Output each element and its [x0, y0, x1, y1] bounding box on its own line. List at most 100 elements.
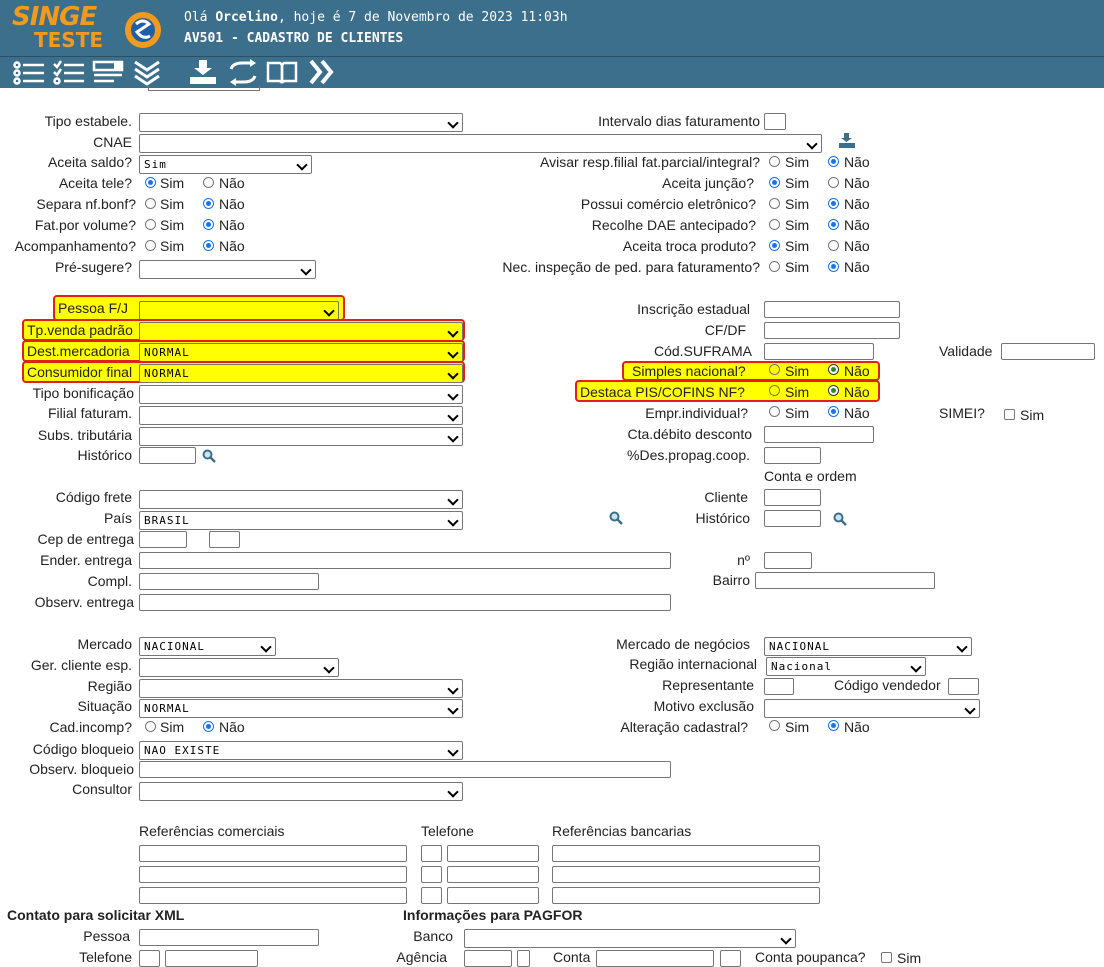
book-icon[interactable] — [266, 59, 298, 86]
input-ender-entrega[interactable] — [139, 552, 671, 569]
input-agencia[interactable] — [464, 950, 512, 967]
checklist-icon[interactable] — [52, 59, 86, 86]
input-telefone-ddd[interactable] — [139, 950, 160, 967]
radio-separa-nf-nao[interactable] — [203, 198, 214, 209]
input-ddd[interactable] — [421, 845, 442, 862]
select-mercado-negocios[interactable]: NACIONAL — [764, 637, 972, 656]
select-pais[interactable]: BRASIL — [139, 511, 463, 530]
input-cf-df[interactable] — [764, 322, 900, 339]
input-cod-suframa[interactable] — [764, 343, 874, 360]
radio-aceita-tele-sim[interactable] — [145, 177, 156, 188]
input-ddd[interactable] — [421, 866, 442, 883]
radio-separa-nf-sim[interactable] — [145, 198, 156, 209]
input-bairro[interactable] — [755, 572, 935, 589]
radio-cad-incomp-nao[interactable] — [203, 721, 214, 732]
input-ref-bancaria[interactable] — [552, 887, 820, 904]
input-inscricao-estadual[interactable] — [764, 301, 900, 318]
select-subs-tributaria[interactable] — [139, 427, 463, 446]
radio-dae-sim[interactable] — [769, 219, 780, 230]
input-pessoa[interactable] — [139, 929, 319, 946]
select-ger-cliente[interactable] — [139, 658, 339, 677]
checkbox-conta-poupanca[interactable] — [881, 952, 892, 963]
input-telefone[interactable] — [165, 950, 258, 967]
input-compl[interactable] — [139, 573, 319, 590]
radio-fat-volume-sim[interactable] — [145, 219, 156, 230]
select-pessoa-fj[interactable] — [139, 301, 339, 320]
radio-empr-nao[interactable] — [828, 406, 839, 417]
radio-inspecao-nao[interactable] — [828, 261, 839, 272]
form-icon[interactable] — [92, 59, 126, 86]
radio-simples-sim[interactable] — [769, 364, 780, 375]
input-ddd[interactable] — [421, 887, 442, 904]
input-des-propag[interactable] — [764, 447, 821, 464]
magnifier-icon[interactable] — [833, 512, 847, 526]
radio-comercio-nao[interactable] — [828, 198, 839, 209]
select-consumidor-final[interactable]: NORMAL — [139, 364, 463, 383]
checkbox-simei[interactable] — [1004, 409, 1015, 420]
chevrons-right-icon[interactable] — [308, 59, 336, 86]
input-agencia-dv[interactable] — [517, 950, 530, 967]
radio-inspecao-sim[interactable] — [769, 261, 780, 272]
download-icon[interactable] — [838, 133, 856, 149]
select-banco[interactable] — [464, 929, 796, 948]
input-conta[interactable] — [596, 950, 714, 967]
input-telefone-ref[interactable] — [447, 887, 539, 904]
select-motivo-exclusao[interactable] — [764, 699, 980, 718]
input-intervalo[interactable] — [764, 113, 786, 130]
select-codigo-bloqueio[interactable]: NAO EXISTE — [139, 741, 463, 760]
radio-cad-incomp-sim[interactable] — [145, 721, 156, 732]
input-ref-bancaria[interactable] — [552, 866, 820, 883]
input-observ-entrega[interactable] — [139, 594, 671, 611]
list-icon[interactable] — [12, 59, 46, 86]
radio-destaca-pis-nao[interactable] — [828, 385, 839, 396]
select-codigo-frete[interactable] — [139, 490, 463, 509]
radio-juncao-sim[interactable] — [769, 177, 780, 188]
radio-alteracao-nao[interactable] — [828, 720, 839, 731]
input-historico[interactable] — [139, 447, 196, 464]
input-ref-comercial[interactable] — [139, 866, 407, 883]
chevrons-down-icon[interactable] — [132, 59, 162, 86]
select-dest-mercadoria[interactable]: NORMAL — [139, 343, 463, 362]
input-telefone-ref[interactable] — [447, 866, 539, 883]
input-numero[interactable] — [764, 552, 812, 569]
radio-troca-nao[interactable] — [828, 240, 839, 251]
radio-alteracao-sim[interactable] — [769, 720, 780, 731]
select-tp-venda[interactable] — [139, 322, 463, 341]
input-historico-conta[interactable] — [764, 510, 821, 527]
input-representante[interactable] — [764, 678, 794, 695]
radio-troca-sim[interactable] — [769, 240, 780, 251]
input-cta-debito[interactable] — [764, 426, 874, 443]
input-observ-bloqueio[interactable] — [139, 761, 671, 778]
select-situacao[interactable]: NORMAL — [139, 699, 463, 718]
radio-acompanhamento-sim[interactable] — [145, 240, 156, 251]
input-cliente[interactable] — [764, 489, 821, 506]
select-consultor[interactable] — [139, 782, 463, 801]
input-ref-comercial[interactable] — [139, 887, 407, 904]
magnifier-icon[interactable] — [609, 511, 623, 525]
input-conta-dv[interactable] — [720, 950, 741, 967]
radio-destaca-pis-sim[interactable] — [769, 385, 780, 396]
select-regiao[interactable] — [139, 679, 463, 698]
select-tipo-bonificacao[interactable] — [139, 385, 463, 404]
select-tipo-estabele[interactable] — [139, 113, 463, 132]
radio-acompanhamento-nao[interactable] — [203, 240, 214, 251]
radio-empr-sim[interactable] — [769, 406, 780, 417]
input-ref-comercial[interactable] — [139, 845, 407, 862]
input-telefone-ref[interactable] — [447, 845, 539, 862]
radio-comercio-sim[interactable] — [769, 198, 780, 209]
input-ref-bancaria[interactable] — [552, 845, 820, 862]
radio-avisar-nao[interactable] — [828, 156, 839, 167]
input-cep-2[interactable] — [209, 531, 240, 548]
radio-dae-nao[interactable] — [828, 219, 839, 230]
swap-icon[interactable] — [228, 59, 258, 86]
radio-avisar-sim[interactable] — [769, 156, 780, 167]
radio-aceita-tele-nao[interactable] — [203, 177, 214, 188]
radio-juncao-nao[interactable] — [828, 177, 839, 188]
magnifier-icon[interactable] — [202, 449, 216, 463]
input-validade[interactable] — [1001, 343, 1095, 360]
radio-fat-volume-nao[interactable] — [203, 219, 214, 230]
select-mercado[interactable]: NACIONAL — [139, 637, 276, 656]
select-aceita-saldo[interactable]: Sim — [139, 155, 312, 174]
radio-simples-nao[interactable] — [828, 364, 839, 375]
download-icon[interactable] — [188, 59, 218, 86]
